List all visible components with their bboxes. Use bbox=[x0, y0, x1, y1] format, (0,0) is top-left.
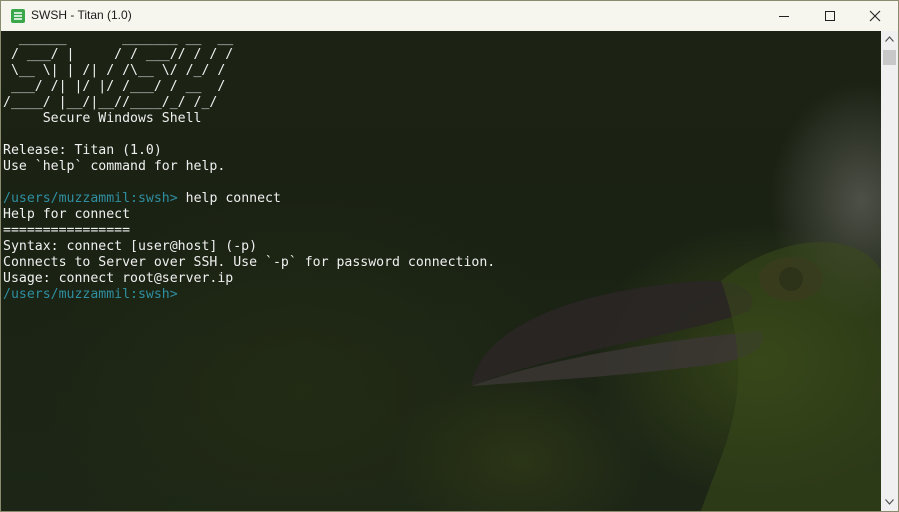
swsh-logo-icon bbox=[11, 9, 25, 23]
terminal-area[interactable]: ______ _______ __ __ / ___/ | / / ___// … bbox=[1, 31, 881, 511]
prompt-host: swsh> bbox=[137, 191, 178, 206]
terminal-window: SWSH - Titan (1.0) ______ _______ __ __ … bbox=[0, 0, 899, 512]
usage-line: Usage: connect root@server.ip bbox=[3, 271, 234, 286]
command-line: /users/muzzammil:swsh> help connect bbox=[3, 191, 495, 207]
prompt-path: /users/muzzammil: bbox=[3, 191, 138, 206]
scroll-down-button[interactable] bbox=[881, 494, 898, 511]
scroll-up-button[interactable] bbox=[881, 31, 898, 48]
banner-line: ______ _______ __ __ bbox=[3, 31, 234, 46]
minimize-button[interactable] bbox=[761, 1, 807, 31]
prompt-host: swsh> bbox=[137, 287, 178, 302]
prompt-path: /users/muzzammil: bbox=[3, 287, 138, 302]
banner-line: ___/ /| |/ |/ /___/ / __ / bbox=[3, 79, 226, 94]
release-line: Release: Titan (1.0) bbox=[3, 143, 162, 158]
terminal-output: ______ _______ __ __ / ___/ | / / ___// … bbox=[3, 31, 495, 303]
banner-line: \__ \| | /| / /\__ \/ /_/ / bbox=[3, 63, 226, 78]
minimize-icon bbox=[779, 16, 789, 17]
syntax-line: Syntax: connect [user@host] (-p) bbox=[3, 239, 258, 254]
chevron-down-icon bbox=[885, 499, 894, 505]
command-text: help connect bbox=[177, 191, 281, 206]
banner-line: /____/ |__/|__//____/_/ /_/ bbox=[3, 95, 218, 110]
help-rule: ================ bbox=[3, 223, 131, 238]
help-hint-line: Use `help` command for help. bbox=[3, 159, 226, 174]
banner-line: / ___/ | / / ___// / / / bbox=[3, 47, 234, 62]
close-button[interactable] bbox=[852, 1, 898, 31]
current-prompt-line[interactable]: /users/muzzammil:swsh> bbox=[3, 287, 495, 303]
chevron-up-icon bbox=[885, 36, 894, 42]
help-title: Help for connect bbox=[3, 207, 131, 222]
vertical-scrollbar[interactable] bbox=[881, 31, 898, 511]
title-bar[interactable]: SWSH - Titan (1.0) bbox=[1, 1, 898, 31]
maximize-button[interactable] bbox=[807, 1, 853, 31]
close-icon bbox=[869, 10, 881, 22]
banner-subtitle: Secure Windows Shell bbox=[3, 111, 202, 126]
scrollbar-thumb[interactable] bbox=[883, 50, 896, 65]
description-line: Connects to Server over SSH. Use `-p` fo… bbox=[3, 255, 496, 270]
maximize-icon bbox=[825, 11, 835, 21]
window-title: SWSH - Titan (1.0) bbox=[31, 8, 132, 22]
